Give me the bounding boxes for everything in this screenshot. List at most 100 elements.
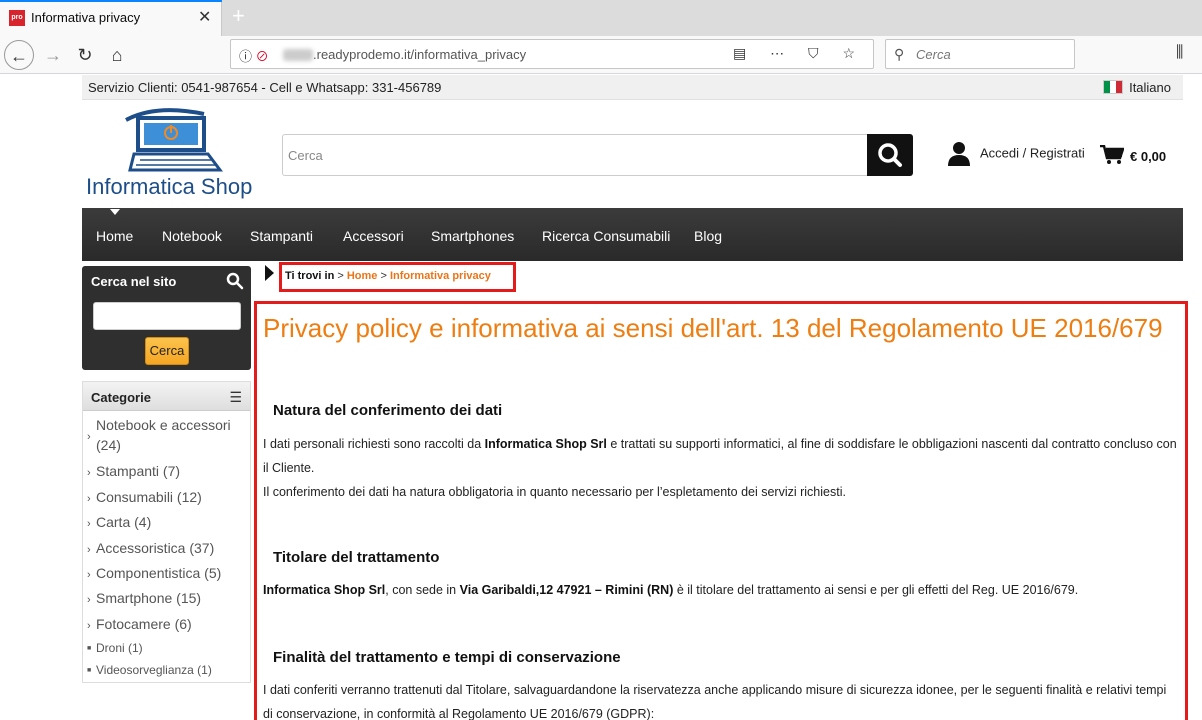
browser-search-input[interactable]: ⚲ Cerca bbox=[885, 39, 1075, 69]
back-arrow-icon[interactable]: ← bbox=[4, 40, 34, 70]
cart-icon bbox=[1100, 144, 1125, 164]
url-bar[interactable]: ⓘ ⊘ .readyprodemo.it/informativa_privacy… bbox=[230, 39, 874, 69]
categories-box: Categorie ☰ Notebook e accessori (24) › ›… bbox=[82, 381, 251, 683]
breadcrumb-current[interactable]: Informativa privacy bbox=[390, 270, 491, 282]
category-notebook[interactable]: Notebook e accessori (24) bbox=[87, 415, 231, 455]
category-label: Fotocamere (6) bbox=[96, 616, 192, 632]
browser-tab-bar: pro Informativa privacy ✕ + bbox=[0, 0, 1202, 36]
site-search-input[interactable]: Cerca bbox=[282, 134, 868, 176]
breadcrumb-arrow-icon bbox=[265, 265, 274, 281]
sidebar-search-title: Cerca nel sito bbox=[91, 274, 177, 289]
chevron-right-icon: › bbox=[87, 518, 91, 530]
url-text: .readyprodemo.it/informativa_privacy bbox=[313, 47, 527, 62]
category-componentistica[interactable]: › Componentistica (5) bbox=[87, 563, 221, 585]
favicon-icon: pro bbox=[9, 10, 25, 26]
nav-notebook[interactable]: Notebook bbox=[162, 228, 222, 244]
category-stampanti[interactable]: › Stampanti (7) bbox=[87, 461, 180, 483]
company-address: Via Garibaldi,12 47921 – Rimini (RN) bbox=[459, 583, 674, 597]
categories-title: Categorie bbox=[91, 390, 151, 405]
service-contacts: Servizio Clienti: 0541-987654 - Cell e W… bbox=[88, 80, 442, 95]
section-title-finalita: Finalità del trattamento e tempi di cons… bbox=[273, 649, 621, 666]
category-label: Stampanti (7) bbox=[96, 463, 181, 479]
chevron-right-icon: › bbox=[87, 620, 91, 632]
text-span: I dati personali richiesti sono raccolti… bbox=[263, 437, 485, 451]
home-icon[interactable]: ⌂ bbox=[102, 40, 132, 70]
cart-total: € 0,00 bbox=[1130, 149, 1167, 164]
page-actions-icon[interactable]: ▤ ⋯ ⛉ ☆ bbox=[733, 45, 865, 62]
category-accessoristica[interactable]: › Accessoristica (37) bbox=[87, 538, 214, 560]
sidebar-search-input[interactable] bbox=[93, 302, 241, 330]
main-navigation: Home Notebook Stampanti Accessori Smartp… bbox=[82, 208, 1183, 261]
nav-accessori[interactable]: Accessori bbox=[343, 228, 404, 244]
site-search-placeholder: Cerca bbox=[288, 148, 323, 163]
computer-logo-icon bbox=[125, 108, 223, 172]
reload-icon[interactable]: ↻ bbox=[70, 40, 100, 70]
category-label: Carta (4) bbox=[96, 514, 152, 530]
text-span: è il titolare del trattamento ai sensi e… bbox=[673, 583, 1079, 597]
contact-strip: Servizio Clienti: 0541-987654 - Cell e W… bbox=[82, 75, 1183, 100]
text-span: Il conferimento dei dati ha natura obbli… bbox=[263, 485, 846, 499]
category-label: Notebook e accessori bbox=[96, 417, 231, 433]
breadcrumb-home-link[interactable]: Home bbox=[347, 270, 378, 282]
category-label: Consumabili (12) bbox=[96, 489, 202, 505]
forward-arrow-icon[interactable]: → bbox=[38, 40, 68, 70]
square-bullet-icon: ■ bbox=[87, 645, 92, 652]
nav-home[interactable]: Home bbox=[96, 228, 133, 244]
chevron-right-icon: › bbox=[87, 569, 91, 581]
nav-blog[interactable]: Blog bbox=[694, 228, 722, 244]
language-selector[interactable]: Italiano bbox=[1103, 80, 1171, 95]
search-icon bbox=[878, 143, 902, 167]
category-count: (24) bbox=[96, 437, 121, 453]
category-label: Droni (1) bbox=[96, 641, 143, 655]
chevron-right-icon: › bbox=[87, 594, 91, 606]
site-info-icon[interactable]: ⓘ ⊘ bbox=[239, 46, 269, 65]
browser-nav-bar: ← → ↻ ⌂ ⓘ ⊘ .readyprodemo.it/informativa… bbox=[0, 36, 1202, 74]
site-search-button[interactable] bbox=[867, 134, 913, 176]
text-span: , con sede in bbox=[385, 583, 460, 597]
chevron-right-icon: › bbox=[87, 431, 91, 443]
library-icon[interactable]: ⫼ bbox=[1176, 44, 1183, 62]
logo-text: Informatica Shop bbox=[86, 174, 253, 199]
section-text-finalita: I dati conferiti verranno trattenuti dal… bbox=[263, 683, 1167, 720]
category-carta[interactable]: › Carta (4) bbox=[87, 512, 151, 534]
section-text-natura: I dati personali richiesti sono raccolti… bbox=[263, 432, 1179, 504]
tab-close-icon[interactable]: ✕ bbox=[198, 7, 211, 27]
page-title: Privacy policy e informativa ai sensi de… bbox=[263, 313, 1163, 343]
privacy-content: Privacy policy e informativa ai sensi de… bbox=[254, 301, 1188, 720]
breadcrumb: Ti trovi in > Home > Informativa privacy bbox=[279, 262, 516, 292]
site-logo[interactable]: Informatica Shop bbox=[86, 106, 268, 200]
category-label: Componentistica (5) bbox=[96, 565, 222, 581]
sidebar-search-button[interactable]: Cerca bbox=[145, 337, 189, 365]
list-icon[interactable]: ☰ bbox=[229, 389, 242, 406]
company-name: Informatica Shop Srl bbox=[484, 437, 607, 451]
breadcrumb-separator: > bbox=[377, 270, 390, 282]
section-title-natura: Natura del conferimento dei dati bbox=[273, 402, 503, 419]
category-smartphone[interactable]: › Smartphone (15) bbox=[87, 588, 201, 610]
browser-tab[interactable]: pro Informativa privacy ✕ bbox=[0, 0, 222, 36]
breadcrumb-prefix: Ti trovi in bbox=[285, 270, 335, 282]
section-title-titolare: Titolare del trattamento bbox=[273, 549, 440, 566]
new-tab-icon[interactable]: + bbox=[232, 3, 245, 29]
login-link[interactable]: Accedi / Registrati bbox=[948, 142, 1085, 166]
nav-smartphones[interactable]: Smartphones bbox=[431, 228, 514, 244]
italy-flag-icon bbox=[1103, 80, 1124, 94]
breadcrumb-separator: > bbox=[334, 270, 347, 282]
nav-ricerca-consumabili[interactable]: Ricerca Consumabili bbox=[542, 228, 670, 244]
active-caret-icon bbox=[110, 209, 120, 215]
categories-header: Categorie ☰ bbox=[83, 382, 250, 411]
square-bullet-icon: ■ bbox=[87, 667, 92, 674]
category-droni[interactable]: ■ Droni (1) bbox=[87, 638, 143, 659]
search-icon bbox=[226, 272, 244, 290]
login-label: Accedi / Registrati bbox=[980, 145, 1085, 161]
cart-link[interactable]: € 0,00 bbox=[1100, 144, 1167, 165]
category-label: Smartphone (15) bbox=[96, 590, 202, 606]
sidebar-search-box: Cerca nel sito Cerca bbox=[82, 266, 251, 370]
category-fotocamere[interactable]: › Fotocamere (6) bbox=[87, 614, 192, 636]
browser-search-placeholder: Cerca bbox=[916, 47, 951, 62]
category-videosorveglianza[interactable]: ■ Videosorveglianza (1) bbox=[87, 660, 212, 681]
company-name: Informatica Shop Srl bbox=[263, 583, 386, 597]
language-label: Italiano bbox=[1129, 80, 1171, 95]
user-icon bbox=[948, 142, 970, 166]
category-consumabili[interactable]: › Consumabili (12) bbox=[87, 487, 202, 509]
nav-stampanti[interactable]: Stampanti bbox=[250, 228, 313, 244]
